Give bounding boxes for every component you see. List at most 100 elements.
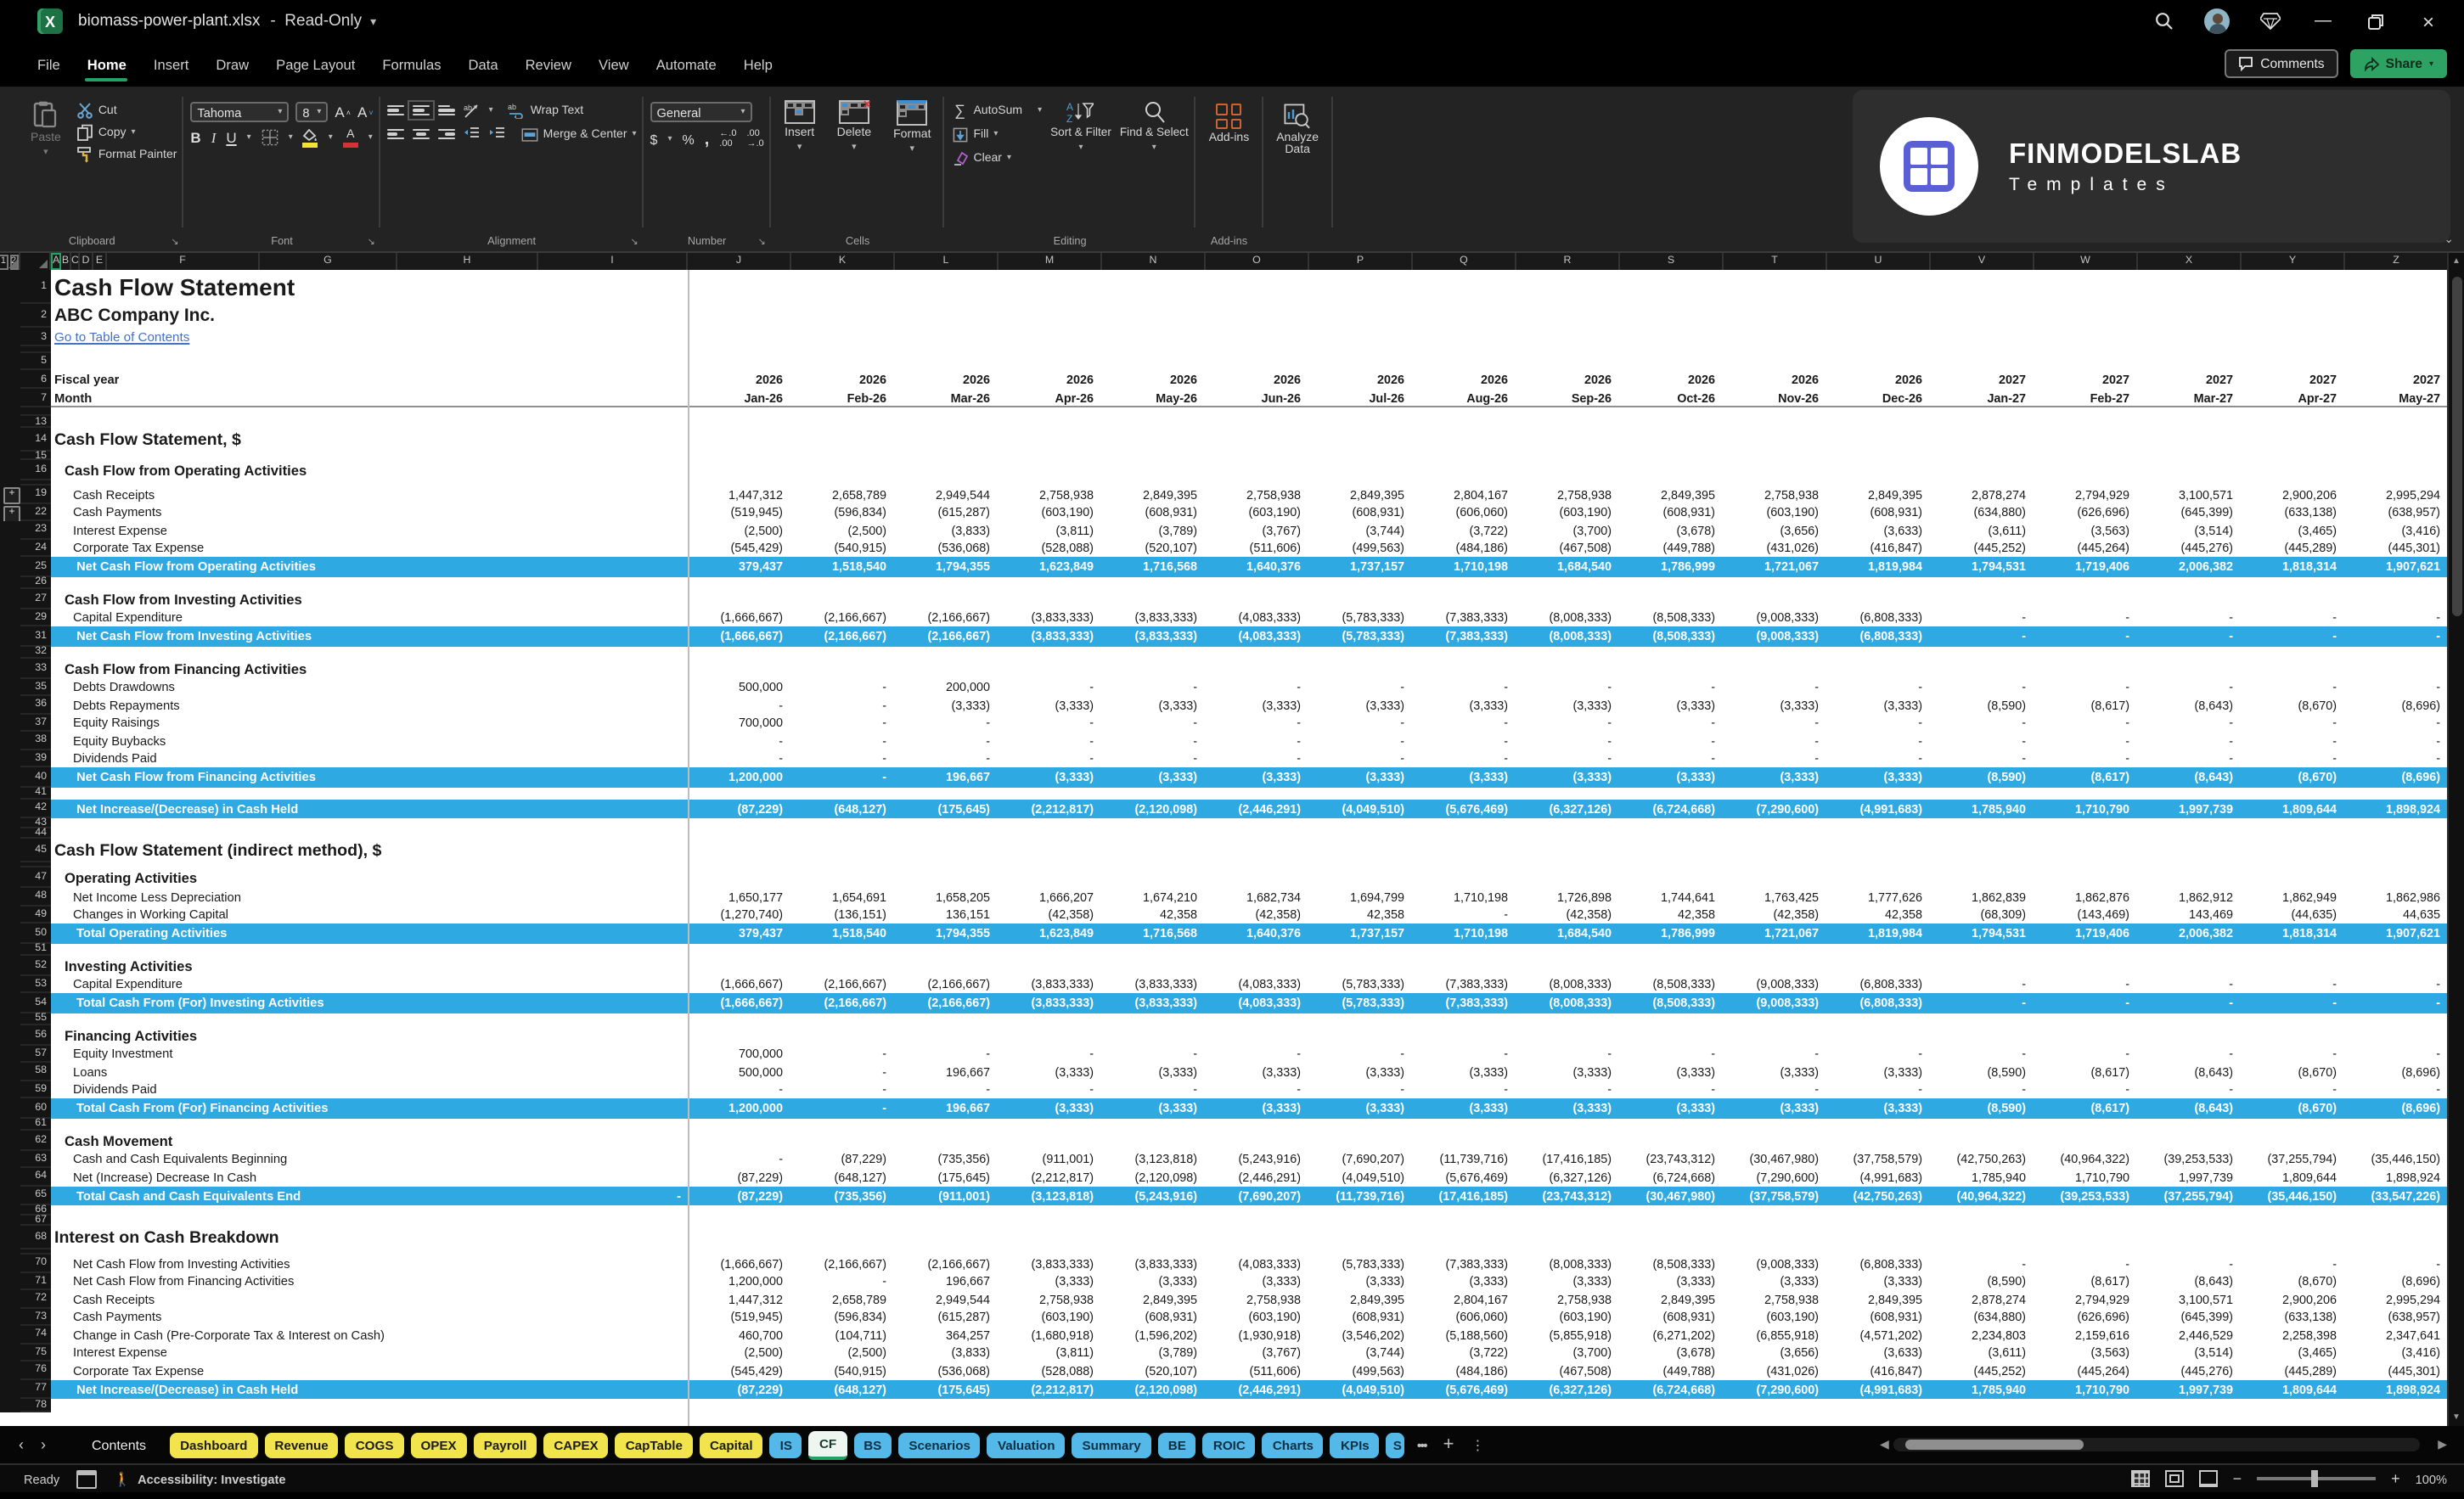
cell-V59[interactable]: - [1931, 1082, 2034, 1098]
cell-J29[interactable]: (1,666,667) [688, 610, 791, 626]
row-label-cell[interactable]: Dividends Paid [51, 750, 688, 767]
cell-Z6[interactable]: 2027 [2345, 372, 2449, 387]
cell-U76[interactable]: (416,847) [1827, 1363, 1931, 1378]
cell-M36[interactable]: (3,333) [999, 698, 1102, 713]
row-number[interactable]: 14 [20, 428, 51, 452]
column-header-L[interactable]: L [895, 253, 999, 270]
cell-R31[interactable]: (8,008,333) [1516, 629, 1620, 644]
cell-L22[interactable]: (615,287) [895, 505, 999, 520]
row-number[interactable]: 1 [20, 270, 51, 304]
cell-S59[interactable]: - [1620, 1082, 1724, 1098]
cell-W64[interactable]: 1,710,790 [2034, 1170, 2138, 1185]
column-header-M[interactable]: M [999, 253, 1102, 270]
cell-Y25[interactable]: 1,818,314 [2242, 559, 2345, 575]
cell-W39[interactable]: - [2034, 751, 2138, 766]
row-number[interactable]: 39 [20, 750, 51, 767]
row-number[interactable]: 44 [20, 828, 51, 839]
cell-T64[interactable]: (7,290,600) [1724, 1170, 1827, 1185]
cell-U54[interactable]: (6,808,333) [1827, 996, 1931, 1011]
cell-T31[interactable]: (9,008,333) [1724, 629, 1827, 644]
cell-X37[interactable]: - [2138, 716, 2242, 731]
column-header-I[interactable]: I [538, 253, 688, 270]
cell-W63[interactable]: (40,964,322) [2034, 1152, 2138, 1167]
cell-U25[interactable]: 1,819,984 [1827, 559, 1931, 575]
cell-J38[interactable]: - [688, 733, 791, 749]
sheet-tab-contents[interactable]: Contents [75, 1432, 163, 1457]
cell-O36[interactable]: (3,333) [1206, 698, 1309, 713]
scroll-up-icon[interactable]: ▲ [2449, 256, 2464, 267]
row-number[interactable]: 36 [20, 696, 51, 714]
cell-W76[interactable]: (445,264) [2034, 1363, 2138, 1378]
cell-S73[interactable]: (608,931) [1620, 1310, 1724, 1325]
cell-Z74[interactable]: 2,347,641 [2345, 1328, 2449, 1343]
hscroll-right-icon[interactable]: ▶ [2438, 1438, 2447, 1451]
row-label-cell[interactable]: Total Cash and Cash Equivalents End- [51, 1186, 688, 1205]
accessibility-status[interactable]: 🚶 Accessibility: Investigate [114, 1471, 285, 1486]
cell-Q58[interactable]: (3,333) [1413, 1064, 1516, 1080]
cell-X25[interactable]: 2,006,382 [2138, 559, 2242, 575]
cell-K54[interactable]: (2,166,667) [791, 996, 895, 1011]
cell-Y24[interactable]: (445,289) [2242, 541, 2345, 556]
analyze-data-button[interactable]: AnalyzeData [1269, 97, 1325, 231]
cell-L77[interactable]: (175,645) [895, 1382, 999, 1397]
row-number[interactable]: 7 [20, 389, 51, 407]
row-number[interactable]: 58 [20, 1063, 51, 1081]
row-label-cell[interactable]: Cash Flow from Operating Activities [51, 460, 688, 480]
cell-N39[interactable]: - [1102, 751, 1206, 766]
cell-N65[interactable]: (5,243,916) [1102, 1188, 1206, 1204]
cell-X70[interactable]: - [2138, 1256, 2242, 1272]
cell-N38[interactable]: - [1102, 733, 1206, 749]
cell-X59[interactable]: - [2138, 1082, 2242, 1098]
cell-L63[interactable]: (735,356) [895, 1152, 999, 1167]
cell-O19[interactable]: 2,758,938 [1206, 487, 1309, 502]
cell-W60[interactable]: (8,617) [2034, 1101, 2138, 1116]
cell-P63[interactable]: (7,690,207) [1309, 1152, 1413, 1167]
cell-M38[interactable]: - [999, 733, 1102, 749]
delete-cells-button[interactable]: × Delete▾ [830, 97, 878, 231]
orientation-icon[interactable]: ab [464, 102, 481, 119]
row-number[interactable]: 16 [20, 460, 51, 480]
row-label-cell[interactable]: Cash Receipts [51, 486, 688, 503]
cell-Q19[interactable]: 2,804,167 [1413, 487, 1516, 502]
menu-tab-insert[interactable]: Insert [140, 45, 203, 84]
column-header-P[interactable]: P [1309, 253, 1413, 270]
cell-S36[interactable]: (3,333) [1620, 698, 1724, 713]
cell-Z59[interactable]: - [2345, 1082, 2449, 1098]
row-label-cell[interactable]: Debts Repayments [51, 696, 688, 714]
cell-T23[interactable]: (3,656) [1724, 523, 1827, 538]
cell-N6[interactable]: 2026 [1102, 372, 1206, 387]
row-label-cell[interactable]: ABC Company Inc. [51, 304, 688, 328]
cell-V49[interactable]: (68,309) [1931, 907, 2034, 923]
cell-K23[interactable]: (2,500) [791, 523, 895, 538]
cell-L19[interactable]: 2,949,544 [895, 487, 999, 502]
row-number[interactable] [20, 346, 51, 353]
column-header-V[interactable]: V [1931, 253, 2034, 270]
cell-W19[interactable]: 2,794,929 [2034, 487, 2138, 502]
cell-L70[interactable]: (2,166,667) [895, 1256, 999, 1272]
cell-R70[interactable]: (8,008,333) [1516, 1256, 1620, 1272]
cell-U37[interactable]: - [1827, 716, 1931, 731]
cell-V71[interactable]: (8,590) [1931, 1274, 2034, 1289]
cell-T60[interactable]: (3,333) [1724, 1101, 1827, 1116]
cell-X40[interactable]: (8,643) [2138, 770, 2242, 785]
row-label-cell[interactable]: Cash Flow from Investing Activities [51, 588, 688, 609]
cell-O65[interactable]: (7,690,207) [1206, 1188, 1309, 1204]
cell-P25[interactable]: 1,737,157 [1309, 559, 1413, 575]
cell-S35[interactable]: - [1620, 680, 1724, 695]
column-header-T[interactable]: T [1724, 253, 1827, 270]
cell-T59[interactable]: - [1724, 1082, 1827, 1098]
column-header-Z[interactable]: Z [2345, 253, 2449, 270]
cell-Z36[interactable]: (8,696) [2345, 698, 2449, 713]
cell-M6[interactable]: 2026 [999, 372, 1102, 387]
row-number[interactable]: 78 [20, 1399, 51, 1412]
cell-P7[interactable]: Jul-26 [1309, 390, 1413, 405]
cell-P24[interactable]: (499,563) [1309, 541, 1413, 556]
cell-X73[interactable]: (645,399) [2138, 1310, 2242, 1325]
cell-V19[interactable]: 2,878,274 [1931, 487, 2034, 502]
row-label-cell[interactable] [51, 407, 688, 416]
cell-J48[interactable]: 1,650,177 [688, 890, 791, 905]
cell-J77[interactable]: (87,229) [688, 1382, 791, 1397]
cell-O76[interactable]: (511,606) [1206, 1363, 1309, 1378]
cell-R64[interactable]: (6,327,126) [1516, 1170, 1620, 1185]
cell-M54[interactable]: (3,833,333) [999, 996, 1102, 1011]
